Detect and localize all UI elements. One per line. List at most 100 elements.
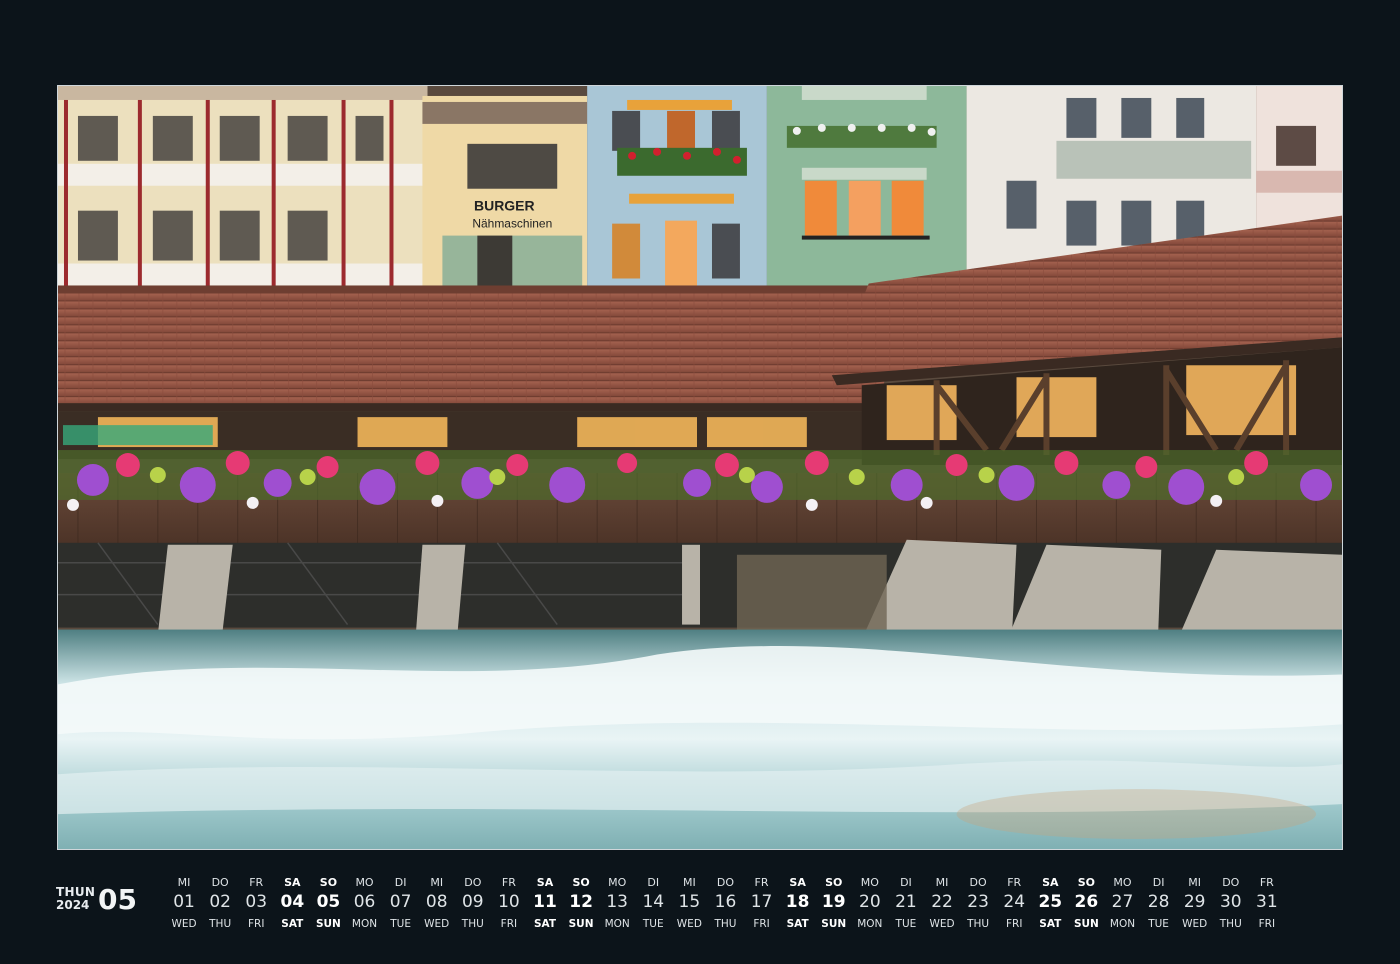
day-abbr-en: SUN	[821, 918, 847, 930]
day-abbr-en: THU	[714, 918, 737, 930]
photo-illustration: BURGER Nähmaschinen	[58, 86, 1342, 849]
building-blue	[587, 86, 767, 291]
day-column: FR 10 FRI	[491, 876, 527, 931]
day-abbr-en: FRI	[1258, 918, 1276, 930]
day-abbr-de: MO	[1113, 876, 1132, 889]
year-label: 2024	[56, 898, 90, 912]
day-abbr-en: MON	[604, 918, 630, 930]
day-number: 27	[1111, 892, 1134, 912]
day-abbr-en: WED	[1182, 918, 1208, 930]
day-column: FR 03 FRI	[238, 876, 274, 931]
day-abbr-en: FRI	[753, 918, 770, 930]
day-abbr-en: THU	[967, 918, 990, 930]
day-abbr-de: DO	[1222, 876, 1240, 889]
day-abbr-de: SO	[319, 876, 338, 889]
day-number: 16	[714, 892, 737, 912]
day-abbr-de: DI	[394, 876, 407, 889]
day-number: 17	[750, 892, 773, 912]
day-column: SA 11 SAT	[527, 876, 563, 931]
day-column: DI 28 TUE	[1141, 876, 1177, 931]
day-column: SO 05 SUN	[310, 876, 346, 931]
day-abbr-de: FR	[1259, 876, 1274, 889]
day-abbr-de: DO	[211, 876, 229, 889]
day-number: 12	[569, 892, 593, 912]
day-abbr-de: MO	[355, 876, 374, 889]
day-number: 25	[1038, 892, 1063, 912]
day-abbr-en: SAT	[1039, 918, 1062, 930]
day-column: SO 19 SUN	[816, 876, 852, 931]
day-abbr-de: SA	[789, 876, 806, 889]
day-number: 15	[678, 892, 701, 912]
day-abbr-de: SA	[1042, 876, 1059, 889]
day-column: SA 04 SAT	[274, 876, 310, 931]
day-column: DI 07 TUE	[383, 876, 419, 931]
day-abbr-en: WED	[424, 918, 450, 930]
day-abbr-en: FRI	[500, 918, 518, 930]
day-abbr-en: SUN	[315, 918, 341, 930]
shop-sign-title: BURGER	[474, 198, 535, 214]
bridge-roof-left	[58, 290, 902, 411]
day-number: 05	[316, 892, 341, 912]
day-number: 29	[1183, 892, 1206, 912]
day-number: 13	[606, 892, 628, 912]
day-column: DO 02 THU	[202, 876, 238, 931]
day-abbr-de: MI	[1188, 876, 1202, 889]
day-abbr-de: MI	[935, 876, 949, 889]
day-abbr-en: MON	[857, 918, 883, 930]
day-number: 22	[931, 892, 953, 912]
day-abbr-en: MON	[351, 918, 378, 930]
day-column: DI 14 TUE	[635, 876, 671, 931]
day-column: SO 26 SUN	[1068, 876, 1104, 931]
day-abbr-en: THU	[1219, 918, 1242, 930]
day-number: 19	[821, 892, 846, 912]
day-number: 07	[389, 892, 412, 912]
day-column: DO 09 THU	[455, 876, 491, 931]
day-column: FR 24 FRI	[996, 876, 1032, 931]
day-abbr-en: WED	[929, 918, 955, 930]
day-number: 03	[245, 892, 268, 912]
day-abbr-de: MO	[608, 876, 627, 889]
day-number: 30	[1219, 892, 1242, 912]
building-burger-shop: BURGER Nähmaschinen	[422, 95, 588, 291]
day-abbr-de: DI	[1152, 876, 1165, 889]
day-abbr-de: DI	[647, 876, 660, 889]
day-column: MO 06 MON	[346, 876, 382, 931]
day-number: 02	[209, 892, 231, 912]
day-number: 23	[967, 892, 989, 912]
day-column: DO 16 THU	[707, 876, 743, 931]
day-column: SA 25 SAT	[1032, 876, 1068, 931]
day-number: 21	[895, 892, 917, 912]
day-abbr-de: FR	[501, 876, 516, 889]
day-abbr-en: TUE	[642, 918, 664, 930]
day-column: FR 31 FRI	[1249, 876, 1285, 931]
day-column: DI 21 TUE	[888, 876, 924, 931]
day-abbr-en: TUE	[1148, 918, 1169, 930]
shop-sign-subtitle: Nähmaschinen	[472, 217, 552, 231]
day-column: MO 27 MON	[1104, 876, 1140, 931]
day-column: MO 20 MON	[852, 876, 888, 931]
day-abbr-en: FRI	[248, 918, 265, 930]
day-column: MI 01 WED	[166, 876, 202, 931]
day-number: 10	[498, 892, 520, 912]
day-abbr-de: DO	[969, 876, 987, 889]
building-yellow-left	[58, 86, 428, 291]
day-abbr-en: WED	[171, 918, 197, 930]
day-abbr-de: MI	[430, 876, 444, 889]
day-abbr-de: DI	[900, 876, 912, 889]
day-abbr-en: SAT	[281, 918, 304, 930]
day-column: MI 29 WED	[1177, 876, 1213, 931]
day-column: SA 18 SAT	[780, 876, 816, 931]
day-abbr-de: SO	[825, 876, 843, 889]
day-abbr-de: SO	[1077, 876, 1096, 889]
day-abbr-en: THU	[461, 918, 484, 930]
day-abbr-de: MI	[177, 876, 191, 889]
day-number: 20	[859, 892, 881, 912]
day-abbr-en: SAT	[786, 918, 809, 930]
day-column: FR 17 FRI	[744, 876, 780, 931]
day-number: 09	[461, 892, 484, 912]
day-number: 11	[533, 892, 557, 912]
day-abbr-en: SUN	[568, 918, 594, 930]
day-strip: MI 01 WED DO 02 THU FR 03 FRI SA 04 SAT SO 05 SUN MO 06 M…	[166, 876, 1285, 931]
day-abbr-en: WED	[676, 918, 702, 930]
day-abbr-en: SAT	[533, 918, 556, 930]
